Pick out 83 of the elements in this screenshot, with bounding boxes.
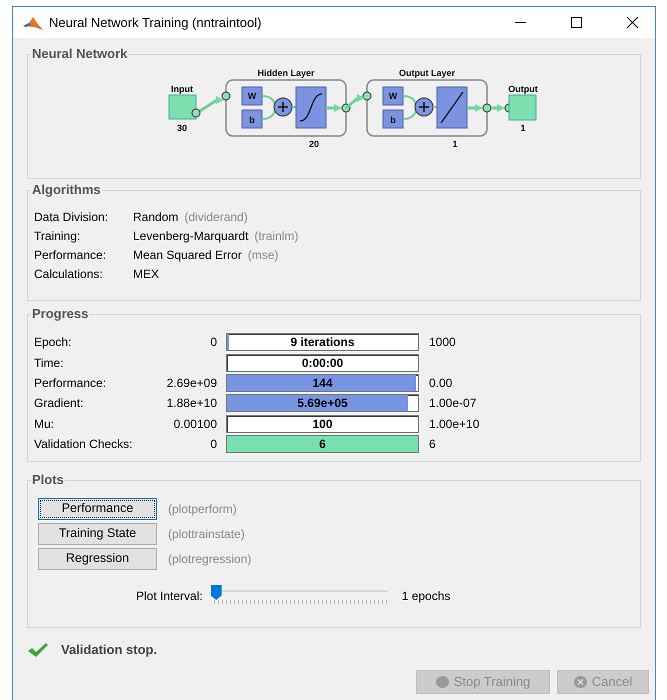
algorithm-function: (dividerand) — [184, 208, 248, 226]
algorithm-label: Data Division: — [34, 208, 110, 226]
algorithm-function: (trainlm) — [254, 228, 298, 244]
connector-line — [261, 95, 276, 120]
progress-end-value: 1.00e+10 — [429, 416, 480, 433]
progress-start-value: 0 — [210, 437, 217, 452]
plot-button[interactable]: Regression — [38, 548, 157, 570]
minimize-icon — [514, 22, 526, 23]
algorithm-label: Calculations: — [34, 266, 104, 282]
progress-start-value: 0.00100 — [174, 416, 217, 431]
output-size: 1 — [520, 123, 526, 133]
progress-end-value: 0.00 — [429, 374, 452, 392]
input-label: Input — [171, 84, 193, 94]
connector-line — [402, 95, 417, 120]
layer-title: Output Layer — [399, 68, 455, 78]
weight-block: W — [382, 86, 404, 106]
progress-start-value: 0 — [210, 335, 217, 350]
algorithm-value: Mean Squared Error — [133, 246, 242, 264]
slider-thumb[interactable] — [210, 585, 222, 600]
window-title: Neural Network Training (nntraintool) — [49, 14, 262, 32]
status-message: Validation stop. — [61, 641, 158, 659]
weight-block: W — [242, 86, 262, 106]
layer-title: Hidden Layer — [258, 68, 314, 78]
algorithm-function: (mse) — [248, 246, 278, 264]
layer-size: 20 — [309, 139, 319, 149]
plot-interval-value: 1 epochs — [402, 588, 450, 605]
bias-block: b — [242, 110, 262, 128]
output-label: Output — [508, 84, 538, 94]
interval-slider[interactable] — [210, 585, 388, 607]
progress-reading: 100 — [311, 416, 334, 432]
algorithm-value: MEX — [133, 266, 160, 282]
input-size: 30 — [177, 123, 187, 133]
algorithm-label: Training: — [34, 228, 82, 244]
progress-reading: 6 — [318, 436, 327, 452]
group-title: Progress — [31, 306, 90, 322]
progress-end-value: 1000 — [429, 334, 456, 352]
progress-end-value: 1.00e-07 — [429, 395, 476, 412]
algorithm-value: Levenberg-Marquardt — [133, 228, 248, 244]
algorithm-label: Performance: — [34, 246, 108, 264]
group-title: Algorithms — [31, 182, 102, 198]
layer-size: 1 — [452, 139, 458, 149]
plot-interval-label: Plot Interval: — [136, 588, 203, 605]
connector-arrow — [467, 104, 483, 112]
peaks-logo-icon — [23, 14, 43, 30]
plot-function: (plotperform) — [168, 500, 237, 518]
transfer-function-block — [436, 86, 468, 128]
connector-dot — [482, 104, 492, 112]
connector-arrow — [491, 104, 505, 112]
connector-arrow — [199, 96, 224, 112]
sum-icon — [274, 98, 292, 116]
connector-dot — [362, 92, 372, 100]
input-node — [168, 94, 196, 120]
progress-reading: 0:00:00 — [300, 354, 344, 371]
cancel-icon — [574, 676, 587, 688]
progress-reading: 144 — [311, 374, 334, 391]
progress-end-value: 6 — [429, 436, 436, 454]
progress-label: Mu: — [34, 416, 56, 433]
connector-arrow — [326, 104, 342, 112]
progress-label: Performance: — [34, 374, 108, 392]
plot-button[interactable]: Training State — [38, 522, 157, 544]
transfer-function-block — [296, 86, 326, 128]
progress-start-value: 1.88e+10 — [166, 396, 217, 410]
close-icon — [626, 17, 638, 28]
progress-reading: 5.69e+05 — [296, 395, 349, 412]
plot-function: (plotregression) — [168, 550, 252, 568]
progress-label: Validation Checks: — [34, 436, 134, 454]
sum-icon — [414, 98, 434, 116]
connector-dot — [192, 108, 200, 118]
algorithm-value: Random — [133, 208, 178, 226]
output-node — [508, 94, 536, 120]
progress-label: Epoch: — [34, 334, 72, 352]
stop-icon — [436, 676, 449, 688]
connector-dot — [222, 92, 230, 100]
plot-function: (plottrainstate) — [168, 526, 245, 542]
bias-block: b — [382, 110, 404, 128]
connector-arrow — [345, 94, 365, 110]
progress-start-value: 2.69e+09 — [166, 376, 217, 390]
plot-button[interactable]: Performance — [38, 498, 157, 520]
progress-label: Gradient: — [34, 395, 84, 412]
progress-label: Time: — [34, 354, 65, 372]
maximize-icon — [570, 17, 582, 28]
progress-reading: 9 iterations — [289, 334, 356, 350]
checkmark-icon — [27, 642, 49, 658]
